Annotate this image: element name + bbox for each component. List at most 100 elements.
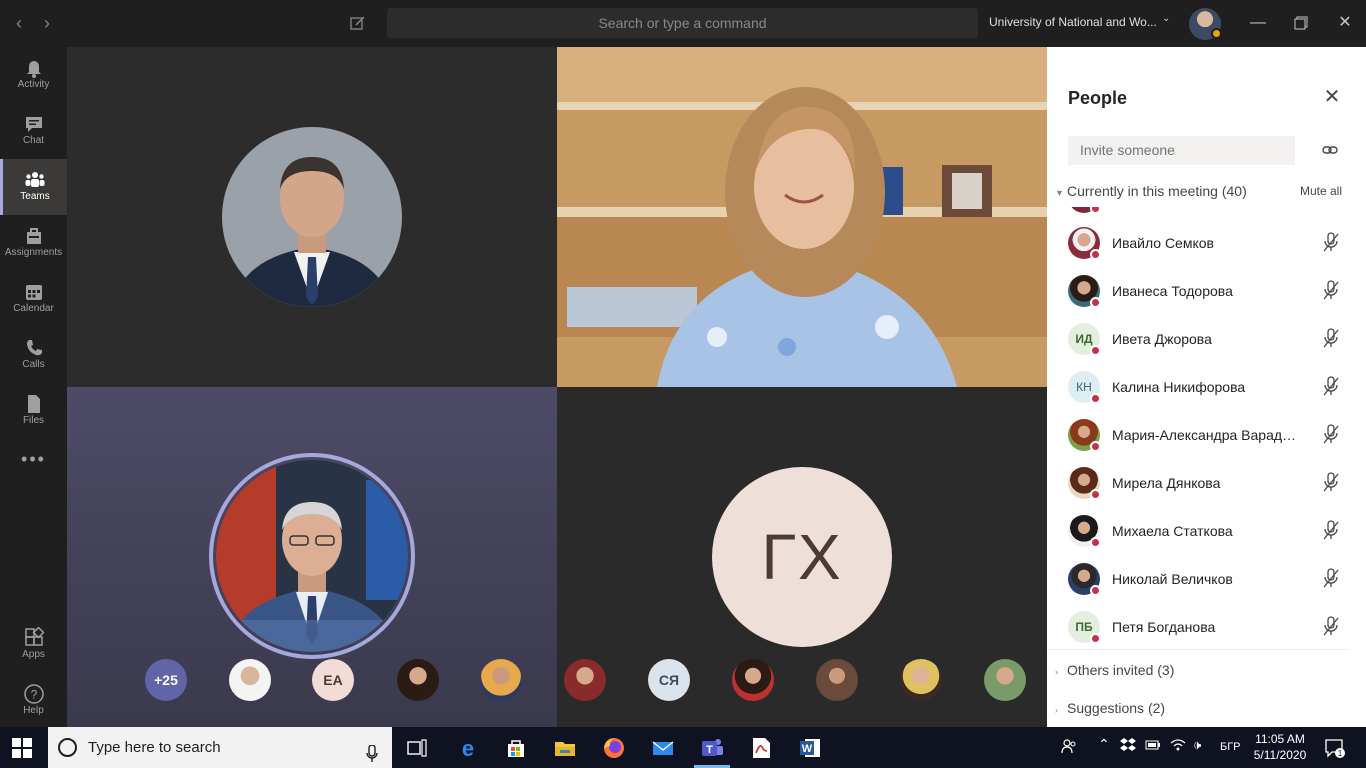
presence-busy-icon — [1090, 345, 1101, 356]
participant-name: Михаела Статкова — [1112, 523, 1233, 539]
restore-icon[interactable] — [1289, 12, 1313, 34]
dropbox-icon[interactable] — [1120, 738, 1136, 755]
current-meeting-section[interactable]: ▼ Currently in this meeting (40) — [1055, 183, 1247, 199]
presence-busy-icon — [1090, 249, 1101, 260]
participant-row[interactable]: Мирела Дянкова — [1047, 461, 1366, 509]
show-hidden-icons-icon[interactable]: ⌃ — [1098, 736, 1110, 753]
participant-thumb[interactable] — [900, 659, 942, 701]
mic-off-icon[interactable] — [1321, 471, 1341, 493]
others-invited-section[interactable]: › Others invited (3) — [1055, 662, 1174, 678]
rail-item-assignments[interactable]: Assignments — [0, 215, 67, 271]
participant-row[interactable]: Михаела Статкова — [1047, 509, 1366, 557]
participant-row[interactable]: ПБ Петя Богданова — [1047, 605, 1366, 649]
svg-text:e: e — [462, 736, 474, 761]
presence-busy-icon — [1090, 441, 1101, 452]
participant-row[interactable]: Ивайло Семков — [1047, 221, 1366, 269]
mic-off-icon[interactable] — [1321, 567, 1341, 589]
participant-row[interactable]: Мария-Александра Варадинова — [1047, 413, 1366, 461]
invite-someone-input[interactable] — [1068, 136, 1295, 165]
presence-away-icon — [1211, 28, 1222, 39]
rail-item-help[interactable]: ? Help — [0, 673, 67, 729]
store-icon[interactable] — [503, 735, 529, 761]
teams-app-icon[interactable]: T — [699, 735, 725, 761]
windows-start-icon[interactable] — [12, 738, 32, 758]
participant-thumb[interactable] — [564, 659, 606, 701]
forward-arrow-icon[interactable]: › — [37, 12, 57, 34]
mic-off-icon[interactable] — [1321, 279, 1341, 301]
participant-name: Иванеса Тодорова — [1112, 283, 1233, 299]
clock-time: 11:05 AM — [1255, 732, 1305, 746]
presence-busy-icon — [1090, 207, 1101, 214]
command-search-input[interactable]: Search or type a command — [387, 8, 978, 38]
participant-row[interactable]: ИД Ивета Джорова — [1047, 317, 1366, 365]
mic-off-icon[interactable] — [1321, 519, 1341, 541]
mic-off-icon[interactable] — [1321, 423, 1341, 445]
people-icon[interactable] — [1060, 737, 1078, 758]
battery-icon[interactable] — [1145, 739, 1161, 754]
link-icon[interactable] — [1321, 141, 1339, 159]
more-participants-button[interactable]: +25 — [145, 659, 187, 701]
org-switcher-label[interactable]: University of National and Wo... — [989, 15, 1157, 29]
file-explorer-icon[interactable] — [552, 735, 578, 761]
acrobat-reader-icon[interactable] — [748, 735, 774, 761]
compose-icon[interactable] — [348, 13, 368, 33]
chevron-down-icon[interactable]: ⌄ — [1162, 13, 1170, 24]
participant-thumb[interactable] — [816, 659, 858, 701]
participant-video[interactable] — [557, 47, 1047, 387]
rail-item-activity[interactable]: Activity — [0, 47, 67, 103]
mail-icon[interactable] — [650, 735, 676, 761]
task-view-icon[interactable] — [404, 735, 430, 761]
participant-row[interactable]: Николай Величков — [1047, 557, 1366, 605]
rail-item-apps[interactable]: Apps — [0, 617, 67, 673]
action-center-icon[interactable]: 1 — [1324, 737, 1346, 762]
edge-browser-icon[interactable]: e — [455, 735, 481, 761]
participant-row[interactable]: КН Калина Никифорова — [1047, 365, 1366, 413]
rail-label: Files — [22, 415, 45, 426]
mic-off-icon[interactable] — [1321, 327, 1341, 349]
more-apps-icon[interactable]: ••• — [0, 445, 67, 485]
rail-item-chat[interactable]: Chat — [0, 103, 67, 159]
participant-thumb[interactable] — [397, 659, 439, 701]
rail-label: Activity — [17, 79, 50, 90]
wifi-icon[interactable] — [1170, 738, 1186, 755]
taskbar-search-input[interactable]: Type here to search — [48, 727, 392, 768]
microphone-icon[interactable] — [366, 738, 378, 762]
rail-item-calendar[interactable]: Calendar — [0, 271, 67, 327]
system-clock[interactable]: 11:05 AM 5/11/2020 — [1252, 731, 1308, 763]
volume-icon[interactable]: 🕩 — [1193, 737, 1201, 753]
participant-thumb[interactable] — [984, 659, 1026, 701]
firefox-icon[interactable] — [601, 735, 627, 761]
mic-off-icon[interactable] — [1321, 615, 1341, 637]
participant-initials-avatar: ГХ — [712, 467, 892, 647]
svg-text:?: ? — [30, 688, 37, 702]
video-feed — [557, 47, 1047, 387]
participant-tile[interactable] — [67, 47, 557, 387]
word-icon[interactable]: W — [797, 735, 823, 761]
minimize-icon[interactable]: — — [1246, 12, 1270, 34]
participant-name: Мария-Александра Варадинова — [1112, 427, 1302, 443]
rail-label: Calls — [22, 359, 45, 370]
back-arrow-icon[interactable]: ‹ — [9, 12, 29, 34]
mic-off-icon[interactable] — [1321, 375, 1341, 397]
rail-item-calls[interactable]: Calls — [0, 327, 67, 383]
participant-thumb[interactable] — [229, 659, 271, 701]
rail-item-files[interactable]: Files — [0, 383, 67, 439]
mic-off-icon[interactable] — [1321, 231, 1341, 253]
participant-row[interactable]: Иванеса Тодорова — [1047, 269, 1366, 317]
rail-label: Teams — [20, 191, 50, 202]
participant-thumb[interactable] — [480, 659, 522, 701]
close-icon[interactable]: ✕ — [1333, 12, 1357, 34]
participant-name: Петя Богданова — [1112, 619, 1216, 635]
participant-initials-thumb[interactable]: СЯ — [648, 659, 690, 701]
chevron-right-icon: › — [1055, 705, 1058, 715]
participant-name: Мирела Дянкова — [1112, 475, 1221, 491]
participant-thumb[interactable] — [732, 659, 774, 701]
file-icon — [23, 393, 45, 415]
rail-item-teams[interactable]: Teams — [0, 159, 67, 215]
chevron-right-icon: › — [1055, 667, 1058, 677]
close-icon[interactable]: ✕ — [1322, 87, 1342, 107]
input-language-indicator[interactable]: БГР — [1220, 741, 1241, 753]
participant-initials-thumb[interactable]: ЕА — [312, 659, 354, 701]
suggestions-section[interactable]: › Suggestions (2) — [1055, 700, 1165, 716]
mute-all-button[interactable]: Mute all — [1300, 184, 1342, 198]
